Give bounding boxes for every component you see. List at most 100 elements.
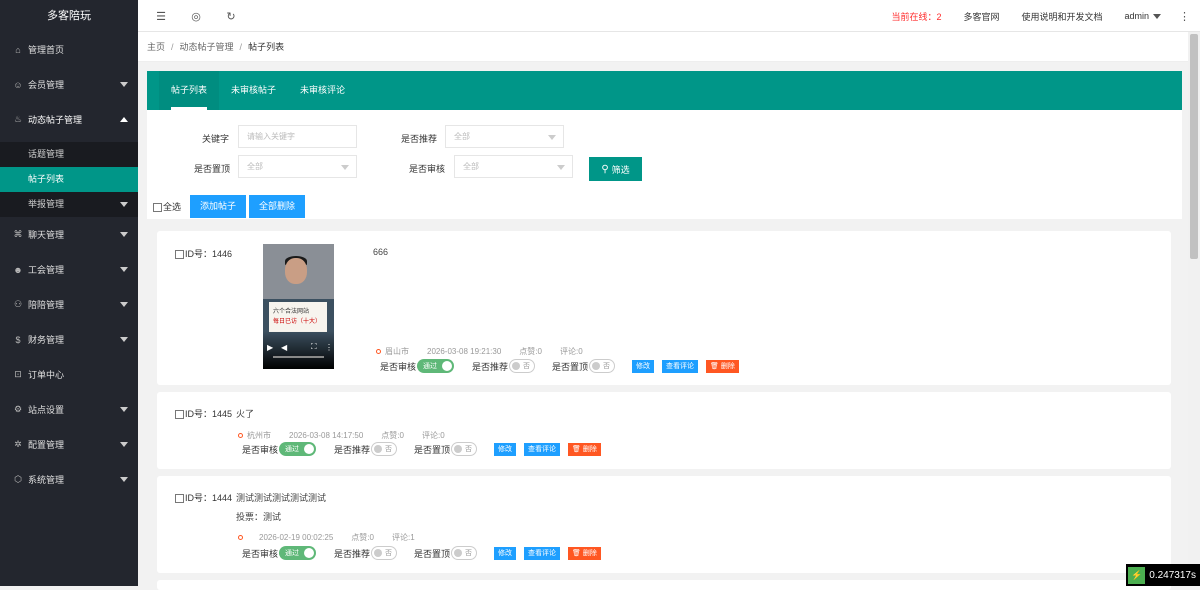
filter-form: 关键字 请输入关键字 是否推荐 全部 是否置顶 全部 是否审核 全部	[147, 110, 1182, 192]
select-all-checkbox[interactable]: 全选	[153, 200, 181, 213]
audit-switch[interactable]: 通过	[417, 359, 454, 373]
volume-icon[interactable]: ◀	[281, 343, 287, 352]
recommend-label: 是否推荐	[334, 443, 370, 456]
recommend-value: 全部	[454, 132, 470, 141]
sidebar-item-config[interactable]: ✲ 配置管理	[0, 427, 138, 462]
post-card-partial	[157, 580, 1171, 590]
refresh-icon[interactable]: ↻	[224, 9, 238, 23]
sidebar-item-reports[interactable]: 举报管理	[0, 192, 138, 217]
sidebar-item-orders[interactable]: ⊡ 订单中心	[0, 357, 138, 392]
delete-all-button[interactable]: 全部删除	[249, 195, 305, 218]
keyword-input[interactable]: 请输入关键字	[238, 125, 357, 148]
trash-icon: 🗑	[572, 550, 581, 557]
sidebar-item-label: 举报管理	[28, 199, 64, 209]
user-icon: ☺	[12, 79, 24, 91]
post-content: 666	[373, 247, 388, 257]
delete-button[interactable]: 🗑 删除	[568, 547, 601, 560]
edit-button[interactable]: 修改	[632, 360, 654, 373]
debug-timer-badge: ⚡ 0.247317s	[1126, 564, 1200, 586]
sidebar-item-finance[interactable]: $ 财务管理	[0, 322, 138, 357]
page-scrollbar[interactable]	[1188, 32, 1200, 586]
chevron-down-icon	[120, 442, 128, 447]
recommend-label: 是否推荐	[387, 132, 437, 145]
edit-button[interactable]: 修改	[494, 547, 516, 560]
breadcrumb: 主页/动态帖子管理/帖子列表	[138, 32, 1188, 62]
sidebar-item-site-settings[interactable]: ⚙ 站点设置	[0, 392, 138, 427]
top-label: 是否置顶	[414, 547, 450, 560]
audit-label: 是否审核	[395, 162, 445, 175]
chevron-down-icon	[557, 165, 565, 170]
sidebar-item-companion[interactable]: ⚇ 陪陪管理	[0, 287, 138, 322]
video-progress-bar[interactable]	[273, 356, 324, 358]
username: admin	[1124, 11, 1149, 21]
recommend-switch[interactable]: 否	[371, 546, 397, 560]
video-caption-board: 六个合法网站 每日已访（十大）	[269, 302, 327, 332]
play-icon[interactable]: ▶	[267, 343, 273, 352]
sidebar-item-label: 动态帖子管理	[28, 113, 82, 126]
menu-toggle-icon[interactable]: ☰	[154, 9, 168, 23]
action-bar: 全选 添加帖子 全部删除	[147, 193, 308, 219]
top-switch[interactable]: 否	[589, 359, 615, 373]
top-select[interactable]: 全部	[238, 155, 357, 178]
edit-button[interactable]: 修改	[494, 443, 516, 456]
audit-select[interactable]: 全部	[454, 155, 573, 178]
official-site-link[interactable]: 多客官网	[963, 10, 999, 23]
breadcrumb-home[interactable]: 主页	[147, 42, 165, 52]
tab-unreviewed-comments[interactable]: 未审核评论	[288, 71, 357, 110]
add-post-button[interactable]: 添加帖子	[190, 195, 246, 218]
recommend-label: 是否推荐	[334, 547, 370, 560]
recommend-label: 是否推荐	[472, 360, 508, 373]
video-more-icon[interactable]: ⋮	[325, 343, 333, 352]
more-icon[interactable]: ⋮	[1179, 10, 1190, 23]
post-city: 杭州市	[247, 430, 271, 441]
sidebar-item-system[interactable]: ⬡ 系统管理	[0, 462, 138, 497]
top-switch[interactable]: 否	[451, 546, 477, 560]
post-video[interactable]: 六个合法网站 每日已访（十大） ▶ ◀ ⛶ ⋮	[263, 244, 334, 369]
post-time: 2026-02-19 00:02:25	[259, 533, 333, 542]
delete-button[interactable]: 🗑 删除	[706, 360, 739, 373]
sidebar-item-guild[interactable]: ☻ 工会管理	[0, 252, 138, 287]
top-switch[interactable]: 否	[451, 442, 477, 456]
recommend-switch[interactable]: 否	[509, 359, 535, 373]
user-menu[interactable]: admin	[1124, 11, 1161, 21]
top-header: ☰ ◎ ↻ 当前在线：2 多客官网 使用说明和开发文档 admin ⋮	[138, 0, 1200, 32]
delete-button[interactable]: 🗑 删除	[568, 443, 601, 456]
post-content: 火了	[236, 407, 254, 420]
checkbox-icon	[153, 203, 162, 212]
view-comments-button[interactable]: 查看评论	[524, 443, 560, 456]
post-controls: 是否审核 通过 是否推荐 否 是否置顶 否 修改 查看评论 🗑 删除	[380, 359, 747, 373]
audit-switch[interactable]: 通过	[279, 442, 316, 456]
sidebar-item-chat[interactable]: ⌘ 聊天管理	[0, 217, 138, 252]
post-id[interactable]: ID号：1444	[175, 491, 232, 504]
view-comments-button[interactable]: 查看评论	[662, 360, 698, 373]
chevron-down-icon	[1153, 14, 1161, 19]
sidebar-item-topics[interactable]: 话题管理	[0, 142, 138, 167]
view-comments-button[interactable]: 查看评论	[524, 547, 560, 560]
post-id[interactable]: ID号：1446	[175, 247, 232, 260]
chevron-down-icon	[120, 232, 128, 237]
post-id[interactable]: ID号：1445	[175, 407, 232, 420]
scrollbar-thumb[interactable]	[1190, 34, 1198, 259]
location-icon	[238, 433, 243, 438]
post-content: 测试测试测试测试测试	[236, 491, 326, 504]
top-label: 是否置顶	[414, 443, 450, 456]
sidebar-item-posts[interactable]: ♨ 动态帖子管理	[0, 102, 138, 137]
recommend-select[interactable]: 全部	[445, 125, 564, 148]
filter-button[interactable]: ⚲筛选	[589, 157, 642, 181]
sidebar-item-post-list[interactable]: 帖子列表	[0, 167, 138, 192]
sidebar-item-label: 系统管理	[28, 473, 64, 486]
tab-post-list[interactable]: 帖子列表	[159, 71, 219, 110]
fullscreen-icon[interactable]: ⛶	[311, 342, 317, 352]
chevron-down-icon	[120, 407, 128, 412]
globe-icon[interactable]: ◎	[189, 9, 203, 23]
debug-logo-icon: ⚡	[1128, 567, 1145, 584]
audit-switch[interactable]: 通过	[279, 546, 316, 560]
audit-label: 是否审核	[242, 547, 278, 560]
docs-link[interactable]: 使用说明和开发文档	[1021, 10, 1102, 23]
breadcrumb-section[interactable]: 动态帖子管理	[180, 42, 234, 52]
sidebar-item-members[interactable]: ☺ 会员管理	[0, 67, 138, 102]
top-label: 是否置顶	[552, 360, 588, 373]
tab-unreviewed-posts[interactable]: 未审核帖子	[219, 71, 288, 110]
recommend-switch[interactable]: 否	[371, 442, 397, 456]
sidebar-item-home[interactable]: ⌂ 管理首页	[0, 32, 138, 67]
